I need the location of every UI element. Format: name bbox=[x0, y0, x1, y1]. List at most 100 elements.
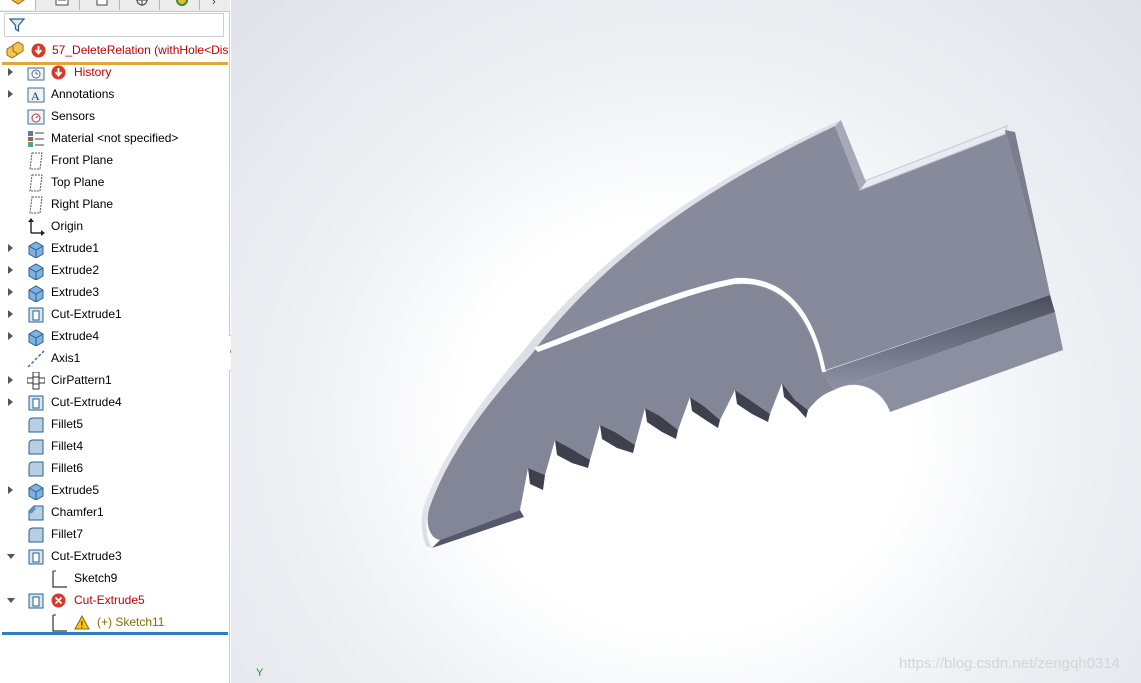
tree-item-extrude1[interactable]: Extrude1 bbox=[0, 238, 228, 260]
dimxpert-icon bbox=[135, 0, 148, 6]
tree-item-label: Chamfer1 bbox=[51, 505, 104, 519]
display-manager-icon bbox=[175, 0, 188, 6]
tree-item-fillet4[interactable]: Fillet4 bbox=[0, 436, 228, 458]
tree-item-fillet7[interactable]: Fillet7 bbox=[0, 524, 228, 546]
part-root-item[interactable]: 57_DeleteRelation (withHole<Dis bbox=[0, 39, 230, 62]
part-3d-model[interactable] bbox=[231, 0, 1141, 683]
collapse-arrow-icon[interactable] bbox=[7, 554, 15, 559]
tree-item-label: Front Plane bbox=[51, 153, 114, 167]
expand-arrow-icon[interactable] bbox=[8, 68, 13, 76]
tree-item-label: Cut-Extrude5 bbox=[74, 593, 145, 607]
tree-item-label: Extrude4 bbox=[51, 329, 100, 343]
tree-item-history[interactable]: History bbox=[0, 62, 228, 84]
feature-manager-icon bbox=[10, 0, 25, 5]
plane-icon bbox=[27, 152, 45, 170]
history-folder-icon bbox=[27, 64, 45, 82]
filter-funnel-icon bbox=[9, 18, 25, 33]
extrude-icon bbox=[27, 284, 45, 303]
tab-display-manager[interactable] bbox=[164, 0, 200, 10]
tree-item-front-plane[interactable]: Front Plane bbox=[0, 150, 228, 172]
tree-item-label: Extrude3 bbox=[51, 285, 100, 299]
expand-arrow-icon[interactable] bbox=[8, 486, 13, 494]
tree-item-label: Extrude1 bbox=[51, 241, 100, 255]
tree-item-chamfer1[interactable]: Chamfer1 bbox=[0, 502, 228, 524]
expand-arrow-icon[interactable] bbox=[8, 288, 13, 296]
expand-arrow-icon[interactable] bbox=[8, 310, 13, 318]
tree-item-label: Cut-Extrude3 bbox=[51, 549, 122, 563]
expand-arrow-icon[interactable] bbox=[8, 266, 13, 274]
tree-item-top-plane[interactable]: Top Plane bbox=[0, 172, 228, 194]
sketch-icon bbox=[50, 614, 68, 632]
tree-item-cut-extrude4[interactable]: Cut-Extrude4 bbox=[0, 392, 228, 414]
tree-filter-input[interactable] bbox=[4, 13, 224, 37]
extrude-icon bbox=[27, 240, 45, 259]
tree-item-material-not-specified[interactable]: Material <not specified> bbox=[0, 128, 228, 150]
expand-arrow-icon[interactable] bbox=[8, 332, 13, 340]
cut-extrude-icon bbox=[27, 592, 45, 610]
tab-dimxpert-manager[interactable] bbox=[124, 0, 160, 10]
tree-item-label: Cut-Extrude1 bbox=[51, 307, 122, 321]
tree-item-label: Fillet5 bbox=[51, 417, 84, 431]
expand-arrow-icon[interactable] bbox=[8, 398, 13, 406]
tree-item-fillet5[interactable]: Fillet5 bbox=[0, 414, 228, 436]
extrude-icon bbox=[27, 482, 45, 501]
graphics-viewport[interactable]: Y https://blog.csdn.net/zengqh0314 bbox=[231, 0, 1141, 683]
svg-text:!: ! bbox=[81, 620, 84, 630]
annotations-icon: A bbox=[27, 86, 45, 104]
part-root-label: 57_DeleteRelation (withHole<Dis bbox=[52, 43, 228, 57]
tree-item-annotations[interactable]: A Annotations bbox=[0, 84, 228, 106]
tree-item-origin[interactable]: Origin bbox=[0, 216, 228, 238]
tree-item-extrude5[interactable]: Extrude5 bbox=[0, 480, 228, 502]
tree-item-label: Right Plane bbox=[51, 197, 114, 211]
tree-item-cirpattern1[interactable]: CirPattern1 bbox=[0, 370, 228, 392]
tree-item-label: Sketch9 bbox=[74, 571, 118, 585]
extrude-icon bbox=[27, 328, 45, 347]
warning-icon: ! bbox=[74, 614, 92, 633]
circular-pattern-icon bbox=[26, 371, 46, 390]
fillet-icon bbox=[27, 438, 45, 456]
svg-text:A: A bbox=[31, 89, 40, 103]
tree-item-sketch11[interactable]: ! (+) Sketch11 bbox=[0, 612, 228, 634]
configuration-manager-icon bbox=[96, 0, 107, 6]
expand-arrow-icon[interactable] bbox=[8, 244, 13, 252]
tree-item-label: Fillet4 bbox=[51, 439, 84, 453]
tab-feature-manager[interactable] bbox=[0, 0, 36, 10]
tree-item-label: History bbox=[74, 65, 112, 79]
tree-item-label: Origin bbox=[51, 219, 84, 233]
tree-item-label: Sensors bbox=[51, 109, 96, 123]
tree-item-label: CirPattern1 bbox=[51, 373, 112, 387]
tree-item-sketch9[interactable]: Sketch9 bbox=[0, 568, 228, 590]
fillet-icon bbox=[27, 416, 45, 434]
view-triad-y-label: Y bbox=[256, 667, 264, 679]
tree-item-sensors[interactable]: Sensors bbox=[0, 106, 228, 128]
axis-icon bbox=[27, 350, 45, 368]
tab-property-manager[interactable] bbox=[44, 0, 80, 10]
expand-arrow-icon[interactable] bbox=[8, 90, 13, 98]
fillet-icon bbox=[27, 460, 45, 478]
material-icon bbox=[27, 130, 45, 148]
sketch-icon bbox=[50, 570, 68, 588]
tab-configuration-manager[interactable] bbox=[84, 0, 120, 10]
tree-item-fillet6[interactable]: Fillet6 bbox=[0, 458, 228, 480]
tab-overflow-icon[interactable]: › bbox=[212, 0, 216, 8]
tree-item-label: Material <not specified> bbox=[51, 131, 179, 145]
tree-item-extrude2[interactable]: Extrude2 bbox=[0, 260, 228, 282]
tree-item-axis1[interactable]: Axis1 bbox=[0, 348, 228, 370]
tree-item-cut-extrude5[interactable]: Cut-Extrude5 bbox=[0, 590, 228, 612]
extrude-icon bbox=[27, 262, 45, 281]
tree-item-label: Extrude5 bbox=[51, 483, 100, 497]
sensors-icon bbox=[27, 108, 45, 126]
tree-item-cut-extrude3[interactable]: Cut-Extrude3 bbox=[0, 546, 228, 568]
tree-item-label: Fillet6 bbox=[51, 461, 84, 475]
tree-item-extrude4[interactable]: Extrude4 bbox=[0, 326, 228, 348]
tree-item-extrude3[interactable]: Extrude3 bbox=[0, 282, 228, 304]
tree-item-cut-extrude1[interactable]: Cut-Extrude1 bbox=[0, 304, 228, 326]
lower-face bbox=[427, 284, 834, 540]
tree-item-right-plane[interactable]: Right Plane bbox=[0, 194, 228, 216]
tree-item-label: Annotations bbox=[51, 87, 115, 101]
expand-arrow-icon[interactable] bbox=[8, 376, 13, 384]
tree-item-label: Fillet7 bbox=[51, 527, 84, 541]
property-manager-icon bbox=[55, 0, 68, 6]
collapse-arrow-icon[interactable] bbox=[7, 598, 15, 603]
rollback-bar[interactable] bbox=[2, 632, 228, 635]
